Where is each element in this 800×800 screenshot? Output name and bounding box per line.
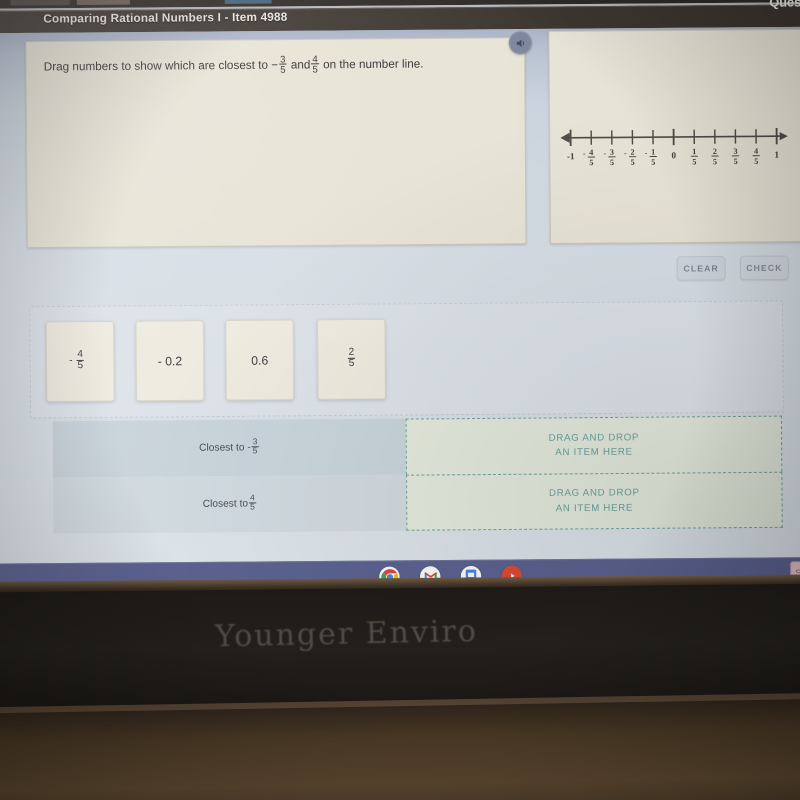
svg-text:5: 5: [754, 157, 758, 166]
svg-text:1: 1: [774, 150, 779, 160]
page-title: Comparing Rational Numbers I - Item 4988: [43, 11, 288, 26]
svg-text:3: 3: [610, 148, 614, 157]
match-row-label-closest-to-negative-three-fifths: Closest to -35: [52, 418, 406, 478]
prompt-lead: Drag numbers to show which are closest t…: [43, 59, 269, 74]
match-label-lead: Closest to -: [199, 442, 251, 454]
tile-value-negative-point-two: - 0.2: [157, 353, 183, 368]
match-label-lead: Closest to: [202, 498, 249, 510]
browser-tab[interactable]: [10, 0, 70, 6]
prompt-tail: on the number line.: [323, 58, 424, 72]
clear-button[interactable]: CLEAR: [676, 255, 726, 281]
tile-tray: -45 - 0.2 0.6 25: [29, 300, 784, 419]
svg-text:-1: -1: [567, 151, 575, 161]
fraction-numerator: 4: [312, 53, 318, 65]
svg-text:5: 5: [631, 158, 635, 167]
svg-text:-: -: [645, 149, 648, 158]
draggable-tile[interactable]: - 0.2: [135, 320, 205, 402]
match-row: Closest to 45 DRAG AND DROP AN ITEM HERE: [53, 471, 783, 534]
drop-zone[interactable]: DRAG AND DROP AN ITEM HERE: [405, 415, 783, 475]
fraction-numerator: 2: [348, 346, 355, 358]
prompt-fraction-four-fifths: 45: [311, 53, 319, 75]
svg-text:4: 4: [754, 147, 758, 156]
prompt-fraction-three-fifths: 35: [279, 53, 287, 76]
svg-text:0: 0: [671, 150, 676, 160]
svg-text:5: 5: [589, 158, 593, 167]
prompt-conjunction: and: [290, 59, 311, 72]
svg-text:4: 4: [589, 148, 593, 157]
fraction-denominator: 5: [347, 357, 356, 370]
match-row: Closest to -35 DRAG AND DROP AN ITEM HER…: [52, 415, 783, 478]
svg-text:-: -: [583, 149, 586, 158]
svg-text:-: -: [624, 149, 627, 158]
svg-text:-: -: [603, 149, 606, 158]
match-label-fraction: 35: [251, 436, 259, 456]
svg-text:1: 1: [692, 147, 696, 156]
match-label-fraction: 45: [249, 492, 256, 512]
background-chalk-writing: Younger Enviro: [214, 613, 479, 655]
fraction-denominator: 5: [251, 446, 259, 456]
fraction-denominator: 5: [249, 502, 256, 512]
tile-fraction-negative-four-fifths: -45: [69, 348, 85, 372]
svg-text:5: 5: [692, 157, 696, 166]
fraction-denominator: 5: [311, 63, 319, 75]
browser-tab[interactable]: [224, 0, 272, 4]
drop-zone-line-1: DRAG AND DROP: [548, 431, 640, 444]
svg-text:5: 5: [734, 157, 738, 166]
tile-value-point-six: 0.6: [251, 352, 269, 368]
svg-text:5: 5: [651, 158, 655, 167]
fraction-numerator: 3: [280, 53, 286, 65]
draggable-tile[interactable]: 25: [317, 318, 386, 400]
svg-text:2: 2: [630, 148, 634, 157]
draggable-tile[interactable]: 0.6: [225, 319, 295, 401]
svg-text:5: 5: [610, 158, 614, 167]
speaker-icon: [516, 39, 524, 47]
prompt-text: Drag numbers to show which are closest t…: [43, 53, 512, 78]
fraction-numerator: 3: [252, 436, 258, 447]
match-area: Closest to -35 DRAG AND DROP AN ITEM HER…: [52, 415, 783, 537]
svg-text:3: 3: [733, 147, 737, 156]
svg-text:1: 1: [651, 147, 655, 156]
negative-sign: -: [69, 355, 73, 367]
fraction-numerator: 4: [77, 348, 83, 361]
tile-fraction-two-fifths: 25: [347, 346, 356, 370]
numberline-panel: -1-4 5-3 5-2 5-1 5 0 1 5 2 5 3 5 4 5 1: [548, 28, 800, 245]
fraction-numerator: 4: [250, 492, 255, 503]
fraction-denominator: 5: [76, 359, 85, 372]
audio-play-button[interactable]: [508, 30, 533, 55]
svg-text:2: 2: [713, 147, 717, 156]
browser-tab[interactable]: [76, 0, 130, 5]
question-label: Question: [769, 0, 800, 10]
prompt-minus-sign: −: [271, 59, 279, 72]
photo-of-laptop-screen: Comparing Rational Numbers I - Item 4988…: [0, 0, 800, 800]
match-row-label-closest-to-four-fifths: Closest to 45: [53, 474, 407, 534]
drop-zone-line-2: AN ITEM HERE: [555, 446, 633, 459]
number-line-graphic: -1-45- 35- 25- 150 152535451: [560, 128, 788, 167]
drop-zone-line-1: DRAG AND DROP: [548, 487, 640, 500]
fraction-denominator: 5: [279, 63, 287, 76]
drop-zone-line-2: AN ITEM HERE: [555, 501, 634, 514]
check-button[interactable]: CHECK: [739, 255, 789, 281]
laptop-screen: Comparing Rational Numbers I - Item 4988…: [0, 0, 800, 597]
drop-zone[interactable]: DRAG AND DROP AN ITEM HERE: [405, 471, 783, 531]
svg-text:5: 5: [713, 157, 717, 166]
draggable-tile[interactable]: -45: [45, 320, 115, 403]
prompt-panel: Drag numbers to show which are closest t…: [25, 37, 527, 249]
